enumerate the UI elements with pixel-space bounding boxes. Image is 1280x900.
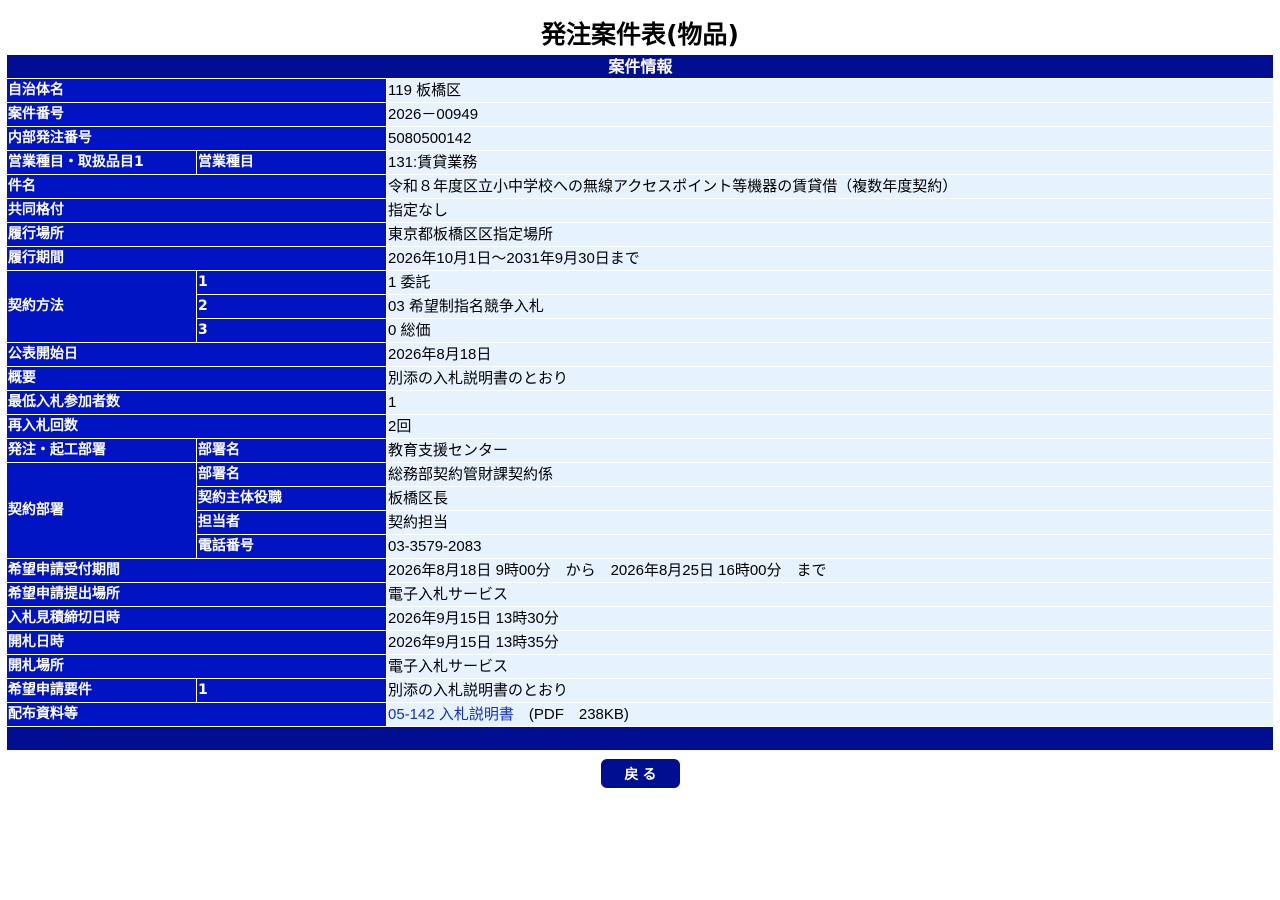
row-contract-dept-2: 契約主体役職 板橋区長 [7,487,1273,511]
bid-document-link[interactable]: 05-142 入札説明書 [388,706,514,723]
row-performance-place: 履行場所 東京都板橋区区指定場所 [7,223,1273,247]
row-min-bidders: 最低入札参加者数 1 [7,391,1273,415]
value-joint-rating: 指定なし [387,199,1273,223]
label-contract-dept: 契約部署 [7,463,197,559]
label-bid-deadline: 入札見積締切日時 [7,607,387,631]
row-contract-method-1: 契約方法 1 1 委託 [7,271,1273,343]
value-rebid-count: 2回 [387,415,1273,439]
value-bid-deadline: 2026年9月15日 13時30分 [387,607,1273,631]
value-performance-period: 2026年10月1日～2031年9月30日まで [387,247,1273,271]
contract-dept-sublabel: 電話番号 [197,535,387,559]
label-internal-order-number: 内部発注番号 [7,127,387,151]
contract-dept-value: 03-3579-2083 [387,535,1273,559]
contract-method-num: 3 [197,319,387,343]
contract-dept-value: 総務部契約管財課契約係 [387,463,1273,487]
label-ordering-dept: 発注・起工部署 [7,439,197,463]
footer-row [7,727,1273,751]
contract-dept-sublabel: 部署名 [197,463,387,487]
value-application-requirements: 別添の入札説明書のとおり [387,679,1273,703]
value-internal-order-number: 5080500142 [387,127,1273,151]
sublabel-business-category: 営業種目 [197,151,387,175]
contract-method-value: 0 総価 [387,319,1273,343]
row-contract-method-2: 2 03 希望制指名競争入札 [7,295,1273,319]
label-contract-method: 契約方法 [7,271,197,343]
label-rebid-count: 再入札回数 [7,415,387,439]
page-title: 発注案件表(物品) [541,20,739,49]
sublabel-ordering-dept: 部署名 [197,439,387,463]
value-overview: 別添の入札説明書のとおり [387,367,1273,391]
row-opening-place: 開札場所 電子入札サービス [7,655,1273,679]
value-ordering-dept: 教育支援センター [387,439,1273,463]
file-info: (PDF 238KB) [513,706,629,723]
value-municipality: 119 板橋区 [387,79,1273,103]
contract-method-value: 1 委託 [387,271,1273,295]
row-subject: 件名 令和８年度区立小中学校への無線アクセスポイント等機器の賃貸借（複数年度契約… [7,175,1273,199]
value-performance-place: 東京都板橋区区指定場所 [387,223,1273,247]
value-application-period: 2026年8月18日 9時00分 から 2026年8月25日 16時00分 まで [387,559,1273,583]
row-application-place: 希望申請提出場所 電子入札サービス [7,583,1273,607]
row-opening-datetime: 開札日時 2026年9月15日 13時35分 [7,631,1273,655]
back-button[interactable]: 戻る [601,759,680,788]
row-contract-dept-3: 担当者 契約担当 [7,511,1273,535]
contract-method-num: 1 [197,271,387,295]
row-business-category: 営業種目・取扱品目1 営業種目 131:賃貸業務 [7,151,1273,175]
label-distribution-materials: 配布資料等 [7,703,387,727]
contract-dept-value: 板橋区長 [387,487,1273,511]
row-overview: 概要 別添の入札説明書のとおり [7,367,1273,391]
label-subject: 件名 [7,175,387,199]
section-header-row: 案件情報 [7,55,1273,79]
value-distribution-materials: 05-142 入札説明書 (PDF 238KB) [387,703,1273,727]
case-info-table: 案件情報 自治体名 119 板橋区 案件番号 2026－00949 内部発注番号… [7,55,1273,751]
label-joint-rating: 共同格付 [7,199,387,223]
label-opening-place: 開札場所 [7,655,387,679]
row-bid-deadline: 入札見積締切日時 2026年9月15日 13時30分 [7,607,1273,631]
row-case-number: 案件番号 2026－00949 [7,103,1273,127]
row-performance-period: 履行期間 2026年10月1日～2031年9月30日まで [7,247,1273,271]
contract-method-num: 2 [197,295,387,319]
label-performance-place: 履行場所 [7,223,387,247]
contract-dept-value: 契約担当 [387,511,1273,535]
row-contract-dept-4: 電話番号 03-3579-2083 [7,535,1273,559]
value-opening-datetime: 2026年9月15日 13時35分 [387,631,1273,655]
label-min-bidders: 最低入札参加者数 [7,391,387,415]
label-opening-datetime: 開札日時 [7,631,387,655]
value-publication-start: 2026年8月18日 [387,343,1273,367]
label-application-place: 希望申請提出場所 [7,583,387,607]
contract-dept-sublabel: 担当者 [197,511,387,535]
value-min-bidders: 1 [387,391,1273,415]
row-distribution-materials: 配布資料等 05-142 入札説明書 (PDF 238KB) [7,703,1273,727]
footer-bar [7,727,1273,751]
label-business-category: 営業種目・取扱品目1 [7,151,197,175]
value-subject: 令和８年度区立小中学校への無線アクセスポイント等機器の賃貸借（複数年度契約） [387,175,1273,199]
row-ordering-dept: 発注・起工部署 部署名 教育支援センター [7,439,1273,463]
label-case-number: 案件番号 [7,103,387,127]
row-application-period: 希望申請受付期間 2026年8月18日 9時00分 から 2026年8月25日 … [7,559,1273,583]
row-contract-dept-1: 契約部署 部署名 総務部契約管財課契約係 [7,463,1273,559]
contract-dept-sublabel: 契約主体役職 [197,487,387,511]
row-application-requirements: 希望申請要件 1 別添の入札説明書のとおり [7,679,1273,703]
row-contract-method-3: 3 0 総価 [7,319,1273,343]
value-case-number: 2026－00949 [387,103,1273,127]
label-municipality: 自治体名 [7,79,387,103]
label-application-requirements: 希望申請要件 [7,679,197,703]
label-publication-start: 公表開始日 [7,343,387,367]
label-overview: 概要 [7,367,387,391]
row-rebid-count: 再入札回数 2回 [7,415,1273,439]
value-opening-place: 電子入札サービス [387,655,1273,679]
value-business-category: 131:賃貸業務 [387,151,1273,175]
label-application-period: 希望申請受付期間 [7,559,387,583]
row-internal-order-number: 内部発注番号 5080500142 [7,127,1273,151]
contract-method-value: 03 希望制指名競争入札 [387,295,1273,319]
section-header: 案件情報 [7,55,1273,79]
row-municipality: 自治体名 119 板橋区 [7,79,1273,103]
label-performance-period: 履行期間 [7,247,387,271]
value-application-place: 電子入札サービス [387,583,1273,607]
num-application-requirements: 1 [197,679,387,703]
row-joint-rating: 共同格付 指定なし [7,199,1273,223]
row-publication-start: 公表開始日 2026年8月18日 [7,343,1273,367]
